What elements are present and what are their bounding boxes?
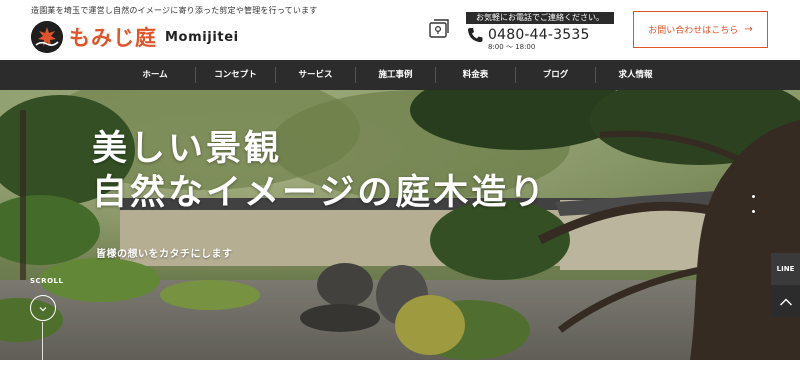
contact-button-label: お問い合わせはこちら — [648, 26, 739, 36]
page-bottom-strip — [0, 360, 800, 380]
phone-number[interactable]: 0480-44-3535 — [488, 27, 590, 43]
hero-title: 美しい景観 自然なイメージの庭木造り — [92, 127, 547, 215]
site-logo[interactable]: もみじ庭 Momijitei — [31, 20, 239, 54]
phone-icon — [466, 26, 484, 44]
chevron-up-icon — [779, 292, 793, 311]
hero-subtitle: 皆様の想いをカタチにします — [96, 249, 233, 260]
hero-title-line-2: 自然なイメージの庭木造り — [92, 172, 548, 213]
arrow-right-icon: → — [744, 24, 753, 35]
site-header: 造園業を埼玉で運営し自然のイメージに寄り添った剪定や管理を行っています もみじ庭… — [0, 0, 800, 60]
page-top-button[interactable] — [771, 285, 800, 317]
phone-note: お気軽にお電話でご連絡ください。 — [466, 12, 614, 24]
scroll-line — [42, 322, 43, 360]
logo-english-name: Momijitei — [165, 29, 239, 45]
nav-item-concept[interactable]: コンセプト — [195, 67, 275, 83]
global-navigation: ホーム コンセプト サービス 施工事例 料金表 ブログ 求人情報 — [0, 60, 800, 90]
nav-item-works[interactable]: 施工事例 — [355, 67, 435, 83]
contact-button[interactable]: お問い合わせはこちら → — [633, 11, 768, 48]
hero-title-line-1: 美しい景観 — [92, 128, 283, 169]
line-button[interactable]: LINE — [771, 253, 800, 285]
hero-section: 美しい景観 自然なイメージの庭木造り 皆様の想いをカタチにします SCROLL … — [0, 90, 800, 360]
scroll-down-button[interactable] — [30, 295, 56, 321]
phone-contact-area: お気軽にお電話でご連絡ください。 0480-44-3535 8:00 ～ 18:… — [466, 12, 614, 52]
business-hours: 8:00 ～ 18:00 — [488, 43, 536, 51]
logo-name: もみじ庭 — [69, 25, 157, 50]
slider-dots — [752, 195, 755, 225]
chevron-down-icon — [38, 299, 48, 318]
nav-item-home[interactable]: ホーム — [115, 67, 195, 83]
nav-item-blog[interactable]: ブログ — [515, 67, 595, 83]
site-tagline: 造園業を埼玉で運営し自然のイメージに寄り添った剪定や管理を行っています — [31, 6, 318, 15]
nav-item-recruit[interactable]: 求人情報 — [595, 67, 675, 83]
nav-item-price[interactable]: 料金表 — [435, 67, 515, 83]
slider-dot[interactable] — [752, 210, 755, 213]
slider-dot[interactable] — [752, 195, 755, 198]
map-icon[interactable] — [428, 18, 450, 40]
maple-leaf-logo-icon — [31, 21, 63, 53]
nav-item-service[interactable]: サービス — [275, 67, 355, 83]
scroll-label: SCROLL — [30, 277, 64, 285]
